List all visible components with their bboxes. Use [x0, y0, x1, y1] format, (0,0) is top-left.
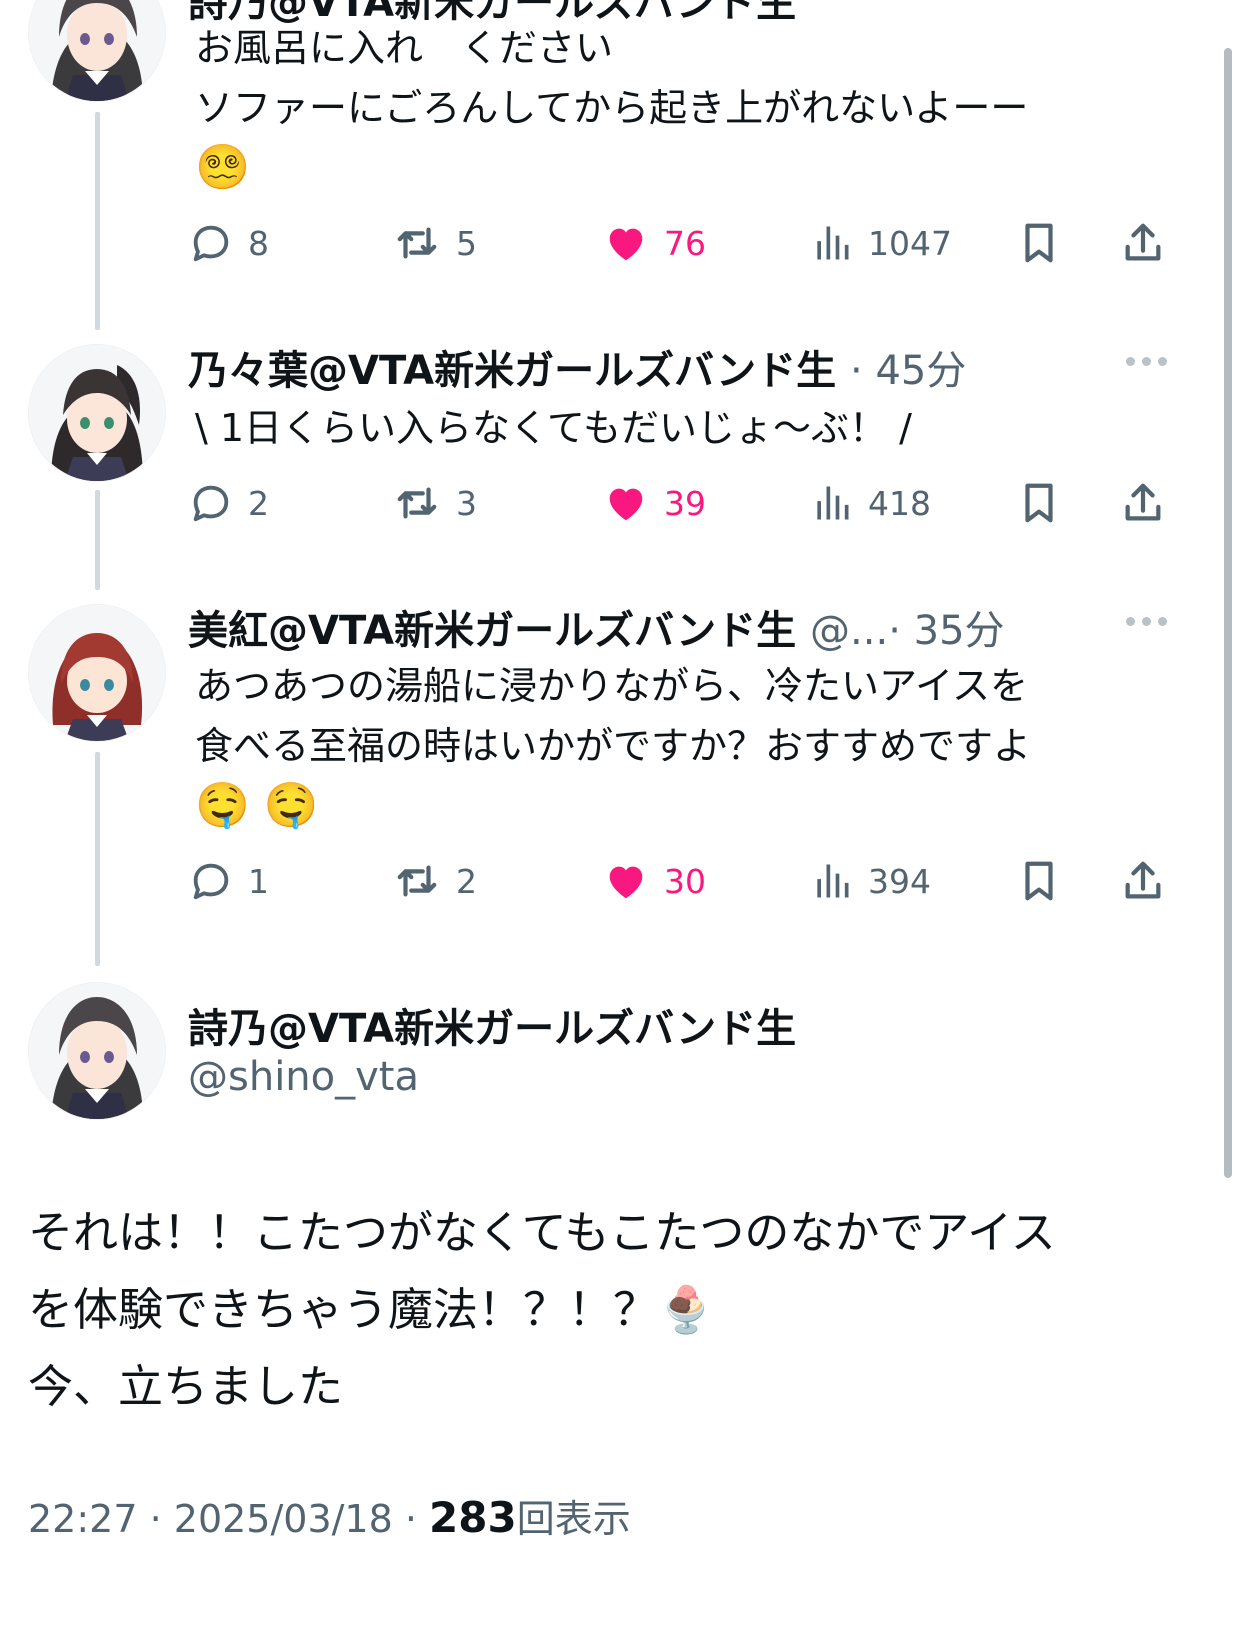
avatar[interactable] [28, 0, 166, 102]
bookmark-icon [1016, 480, 1062, 526]
reply-button[interactable]: 1 [188, 858, 269, 904]
tweet-emoji-row: 🤤 🤤 [195, 776, 1031, 836]
like-button[interactable]: 39 [602, 480, 706, 526]
ice-cream-emoji: 🍨 [658, 1283, 715, 1336]
thread-line [95, 490, 100, 590]
share-button[interactable] [1120, 480, 1166, 526]
more-icon[interactable] [1126, 357, 1167, 366]
tweet-emoji: 😵‍💫 [195, 142, 250, 193]
bookmark-icon [1016, 858, 1062, 904]
like-button[interactable]: 30 [602, 858, 706, 904]
retweet-icon [392, 480, 442, 526]
retweet-button[interactable]: 3 [392, 480, 477, 526]
tweet-header: 美紅@VTA新米ガールズバンド生 @...· 35分 [188, 598, 1005, 656]
tweet-text: お風呂に入れ ください ソファーにごろんしてから起き上がれないよーー 😵‍💫 [195, 18, 1028, 198]
views-button[interactable]: 394 [810, 858, 931, 904]
like-button[interactable]: 76 [602, 220, 706, 266]
tweet-text: \ 1日くらい入らなくてもだいじょ〜ぶ！ / [195, 398, 912, 458]
thread-line [95, 112, 100, 330]
scrollbar[interactable] [1224, 48, 1232, 1178]
reply-count: 1 [248, 861, 269, 901]
tweet-line: \ 1日くらい入らなくてもだいじょ〜ぶ！ / [195, 406, 912, 450]
views-icon [810, 220, 854, 266]
share-icon [1120, 480, 1166, 526]
tweet-emoji: 🤤 [195, 780, 250, 831]
retweet-button[interactable]: 2 [392, 858, 477, 904]
tweet-line: それは！！こたつがなくてもこたつのなかでアイス [28, 1206, 1056, 1259]
bookmark-icon [1016, 220, 1062, 266]
author-handle[interactable]: @shino_vta [188, 1054, 419, 1100]
tweet-line: ソファーにごろんしてから起き上がれないよーー [195, 86, 1029, 130]
views-count: 1047 [868, 223, 952, 263]
heart-icon [602, 858, 650, 904]
reply-button[interactable]: 8 [188, 220, 269, 266]
reply-count: 8 [248, 223, 269, 263]
tweet-line-row: を体験できちゃう魔法！？！？🍨 [28, 1271, 1056, 1348]
views-button[interactable]: 418 [810, 480, 931, 526]
tweet-line: 食べる至福の時はいかがですか？おすすめですよ [195, 724, 1032, 768]
thread-line [95, 752, 100, 966]
avatar[interactable] [28, 344, 166, 482]
like-count: 76 [664, 223, 706, 263]
views-count: 394 [868, 861, 931, 901]
main-tweet-text: それは！！こたつがなくてもこたつのなかでアイス を体験できちゃう魔法！？！？🍨 … [28, 1194, 1056, 1425]
tweet-text: あつあつの湯船に浸かりながら、冷たいアイスを 食べる至福の時はいかがですか？おす… [195, 656, 1031, 836]
views-count: 418 [868, 483, 931, 523]
tweet-line: あつあつの湯船に浸かりながら、冷たいアイスを [195, 664, 1028, 708]
retweet-button[interactable]: 5 [392, 220, 477, 266]
author-name[interactable]: 美紅@VTA新米ガールズバンド生 [188, 608, 796, 654]
retweet-icon [392, 220, 442, 266]
separator: · [137, 1497, 174, 1541]
avatar[interactable] [28, 604, 166, 742]
heart-icon [602, 220, 650, 266]
bookmark-button[interactable] [1016, 858, 1062, 904]
retweet-count: 3 [456, 483, 477, 523]
reply-count: 2 [248, 483, 269, 523]
author-handle[interactable]: @... [810, 608, 888, 654]
tweet-footer: 22:27 · 2025/03/18 · 283回表示 [28, 1488, 631, 1543]
tweet-header: 乃々葉@VTA新米ガールズバンド生 · 45分 [188, 338, 966, 396]
timestamp[interactable]: · 45分 [850, 348, 966, 394]
separator: · [392, 1497, 430, 1541]
post-date[interactable]: 2025/03/18 [174, 1497, 393, 1541]
view-count: 283 [429, 1493, 517, 1542]
bookmark-button[interactable] [1016, 220, 1062, 266]
views-icon [810, 480, 854, 526]
timestamp[interactable]: · 35分 [888, 608, 1004, 654]
bookmark-button[interactable] [1016, 480, 1062, 526]
share-icon [1120, 220, 1166, 266]
reply-button[interactable]: 2 [188, 480, 269, 526]
avatar[interactable] [28, 982, 166, 1120]
like-count: 30 [664, 861, 706, 901]
tweet-line: お風呂に入れ ください [195, 26, 614, 70]
view-label: 回表示 [516, 1497, 631, 1541]
heart-icon [602, 480, 650, 526]
tweet-line: を体験できちゃう魔法！？！？ [28, 1283, 659, 1336]
reply-icon [188, 220, 234, 266]
author-name[interactable]: 乃々葉@VTA新米ガールズバンド生 [188, 348, 836, 394]
retweet-count: 5 [456, 223, 477, 263]
reply-icon [188, 858, 234, 904]
reply-icon [188, 480, 234, 526]
views-button[interactable]: 1047 [810, 220, 952, 266]
author-name[interactable]: 詩乃@VTA新米ガールズバンド生 [188, 996, 796, 1054]
share-button[interactable] [1120, 220, 1166, 266]
share-button[interactable] [1120, 858, 1166, 904]
like-count: 39 [664, 483, 706, 523]
post-time[interactable]: 22:27 [28, 1497, 138, 1541]
more-icon[interactable] [1126, 617, 1167, 626]
retweet-count: 2 [456, 861, 477, 901]
share-icon [1120, 858, 1166, 904]
views-icon [810, 858, 854, 904]
tweet-emoji: 🤤 [263, 780, 319, 831]
retweet-icon [392, 858, 442, 904]
tweet-line: 今、立ちました [28, 1360, 344, 1413]
